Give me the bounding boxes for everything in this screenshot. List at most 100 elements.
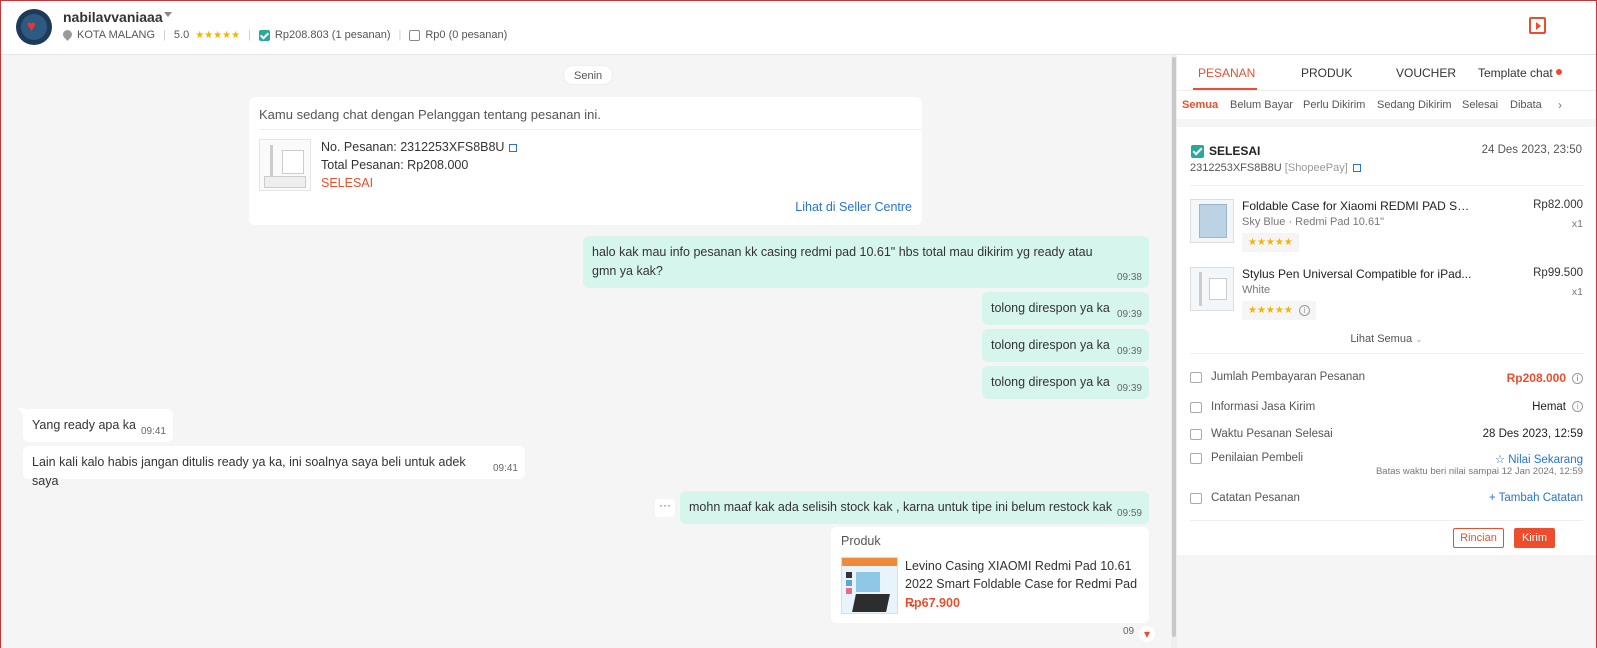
row-label: Informasi Jasa Kirim [1211,401,1316,413]
send-button[interactable]: Kirim [1514,528,1555,548]
message-time: 09:41 [492,463,518,474]
shipping-value: Hemat i [1532,401,1583,413]
plus-icon: + [1488,492,1499,504]
paid-orders: (1 pesanan) [331,29,391,41]
tab-produk[interactable]: PRODUK [1301,66,1352,80]
rating-icon [1190,453,1202,464]
order-panel: PESANAN PRODUK VOUCHER Template chat Sem… [1177,55,1596,648]
unpaid-orders: (0 pesanan) [448,29,508,41]
details-button[interactable]: Rincian [1453,528,1504,548]
payment-total: Rp208.000 i [1507,371,1583,385]
product-card-label: Produk [841,534,881,548]
message-incoming[interactable]: Yang ready apa ka 09:41 [23,409,173,442]
order-number: 2312253XFS8B8U [ShopeePay] [1190,162,1361,174]
info-icon[interactable]: i [1572,401,1583,413]
tab-pesanan[interactable]: PESANAN [1198,66,1255,80]
username[interactable]: nabilavvaniaaa [63,9,163,25]
item-quantity: x1 [1571,286,1583,298]
order-product-image [259,139,311,191]
active-tab-indicator [1193,88,1257,90]
message-text: tolong direspon ya ka [991,301,1110,315]
message-time: 09:39 [1116,346,1142,357]
chevron-down-icon[interactable] [164,12,172,17]
star-outline-icon: ☆ [1494,454,1509,466]
box-icon [409,29,421,41]
row-label: Waktu Pesanan Selesai [1211,428,1333,440]
message-text: tolong direspon ya ka [991,338,1110,352]
product-image [841,557,898,614]
chevron-right-icon[interactable]: › [1550,91,1570,119]
subtab-perlu-dikirim[interactable]: Perlu Dikirim [1303,99,1365,111]
rate-now-link[interactable]: ☆ Nilai Sekarang [1495,452,1583,466]
message-outgoing[interactable]: halo kak mau info pesanan kk casing redm… [583,236,1149,288]
seller-centre-link[interactable]: Lihat di Seller Centre [795,200,912,214]
rating: 5.0 [173,29,190,41]
item-name: Foldable Case for Xiaomi REDMI PAD SE 20… [1242,199,1472,213]
day-separator: Senin [563,65,614,85]
message-time: 09:39 [1116,309,1142,320]
message-outgoing[interactable]: tolong direspon ya ka 09:39 [982,292,1149,325]
item-variant: Sky Blue · Redmi Pad 10.61" [1242,216,1385,228]
order-date: 24 Des 2023, 23:50 [1481,144,1582,156]
payment-method: [ShopeePay] [1284,162,1348,174]
copy-icon[interactable] [1352,164,1361,172]
order-item[interactable]: Foldable Case for Xiaomi REDMI PAD SE 20… [1190,199,1583,259]
order-card-intro: Kamu sedang chat dengan Pelanggan tentan… [259,107,601,122]
subtab-sedang-dikirim[interactable]: Sedang Dikirim [1377,99,1452,111]
item-name: Stylus Pen Universal Compatible for iPad… [1242,267,1472,281]
info-icon[interactable]: i [1572,373,1583,385]
tab-voucher[interactable]: VOUCHER [1396,66,1456,80]
heart-icon: ♥ [27,18,36,35]
tab-template-chat[interactable]: Template chat [1478,66,1562,80]
notification-dot [1555,69,1562,75]
copy-icon[interactable] [509,144,518,152]
calendar-icon [1190,429,1202,440]
chat-scrollbar-thumb[interactable] [1172,57,1176,637]
see-all-button[interactable]: Lihat Semua ⌄ [1177,333,1596,345]
paid-total: Rp208.803 [274,29,329,41]
message-outgoing[interactable]: mohn maaf kak ada selisih stock kak , ka… [680,491,1149,524]
scroll-down-button[interactable]: ▾ [1139,626,1155,642]
item-image [1190,199,1234,243]
panel-tabs: PESANAN PRODUK VOUCHER Template chat [1177,55,1596,91]
subtab-selesai[interactable]: Selesai [1462,99,1498,111]
row-label: Jumlah Pembayaran Pesanan [1211,371,1366,383]
message-text: mohn maaf kak ada selisih stock kak , ka… [689,500,1113,514]
item-price: Rp82.000 [1533,199,1583,211]
message-outgoing[interactable]: tolong direspon ya ka 09:39 [982,366,1149,399]
item-rating-stars: ★★★★★ i [1242,301,1316,320]
item-price: Rp99.500 [1533,267,1583,279]
truck-icon [1190,402,1202,413]
subtab-dibatalkan[interactable]: Dibata [1510,99,1542,111]
message-text: halo kak mau info pesanan kk casing redm… [592,245,1093,278]
product-card[interactable]: Produk Levino Casing XIAOMI Redmi Pad 10… [831,527,1149,623]
message-time: 09:41 [140,426,166,437]
payment-icon [1190,372,1202,383]
order-status: SELESAI [321,176,374,190]
unpaid-total: Rp0 [425,29,446,41]
row-label: Catatan Pesanan [1211,492,1300,504]
chat-area[interactable]: Senin Kamu sedang chat dengan Pelanggan … [1,55,1173,648]
collapse-panel-icon[interactable] [1529,17,1546,34]
message-incoming[interactable]: Lain kali kalo habis jangan ditulis read… [23,446,525,488]
message-outgoing[interactable]: tolong direspon ya ka 09:39 [982,329,1149,362]
item-variant: White [1242,284,1271,296]
item-quantity: x1 [1571,218,1583,230]
avatar[interactable]: ♥ [16,9,52,45]
note-icon [1190,493,1202,504]
rating-deadline: Batas waktu beri nilai sampai 12 Jan 202… [1375,466,1583,477]
add-note-link[interactable]: + Tambah Catatan [1489,492,1583,504]
order-number: No. Pesanan: 2312253XFS8B8U [321,140,518,154]
subtab-belum-bayar[interactable]: Belum Bayar [1230,99,1293,111]
row-label: Penilaian Pembeli [1211,452,1304,464]
location-pin-icon [63,30,72,41]
info-icon[interactable]: i [1298,304,1310,316]
order-total: Total Pesanan: Rp208.000 [321,158,469,172]
chevron-down-icon: ⌄ [1415,334,1423,344]
order-card: Kamu sedang chat dengan Pelanggan tentan… [249,97,922,225]
more-options-button[interactable]: ··· [655,499,675,517]
order-item[interactable]: Stylus Pen Universal Compatible for iPad… [1190,267,1583,327]
item-image [1190,267,1234,311]
subtab-semua[interactable]: Semua [1182,99,1218,111]
completed-time: 28 Des 2023, 12:59 [1482,428,1583,440]
